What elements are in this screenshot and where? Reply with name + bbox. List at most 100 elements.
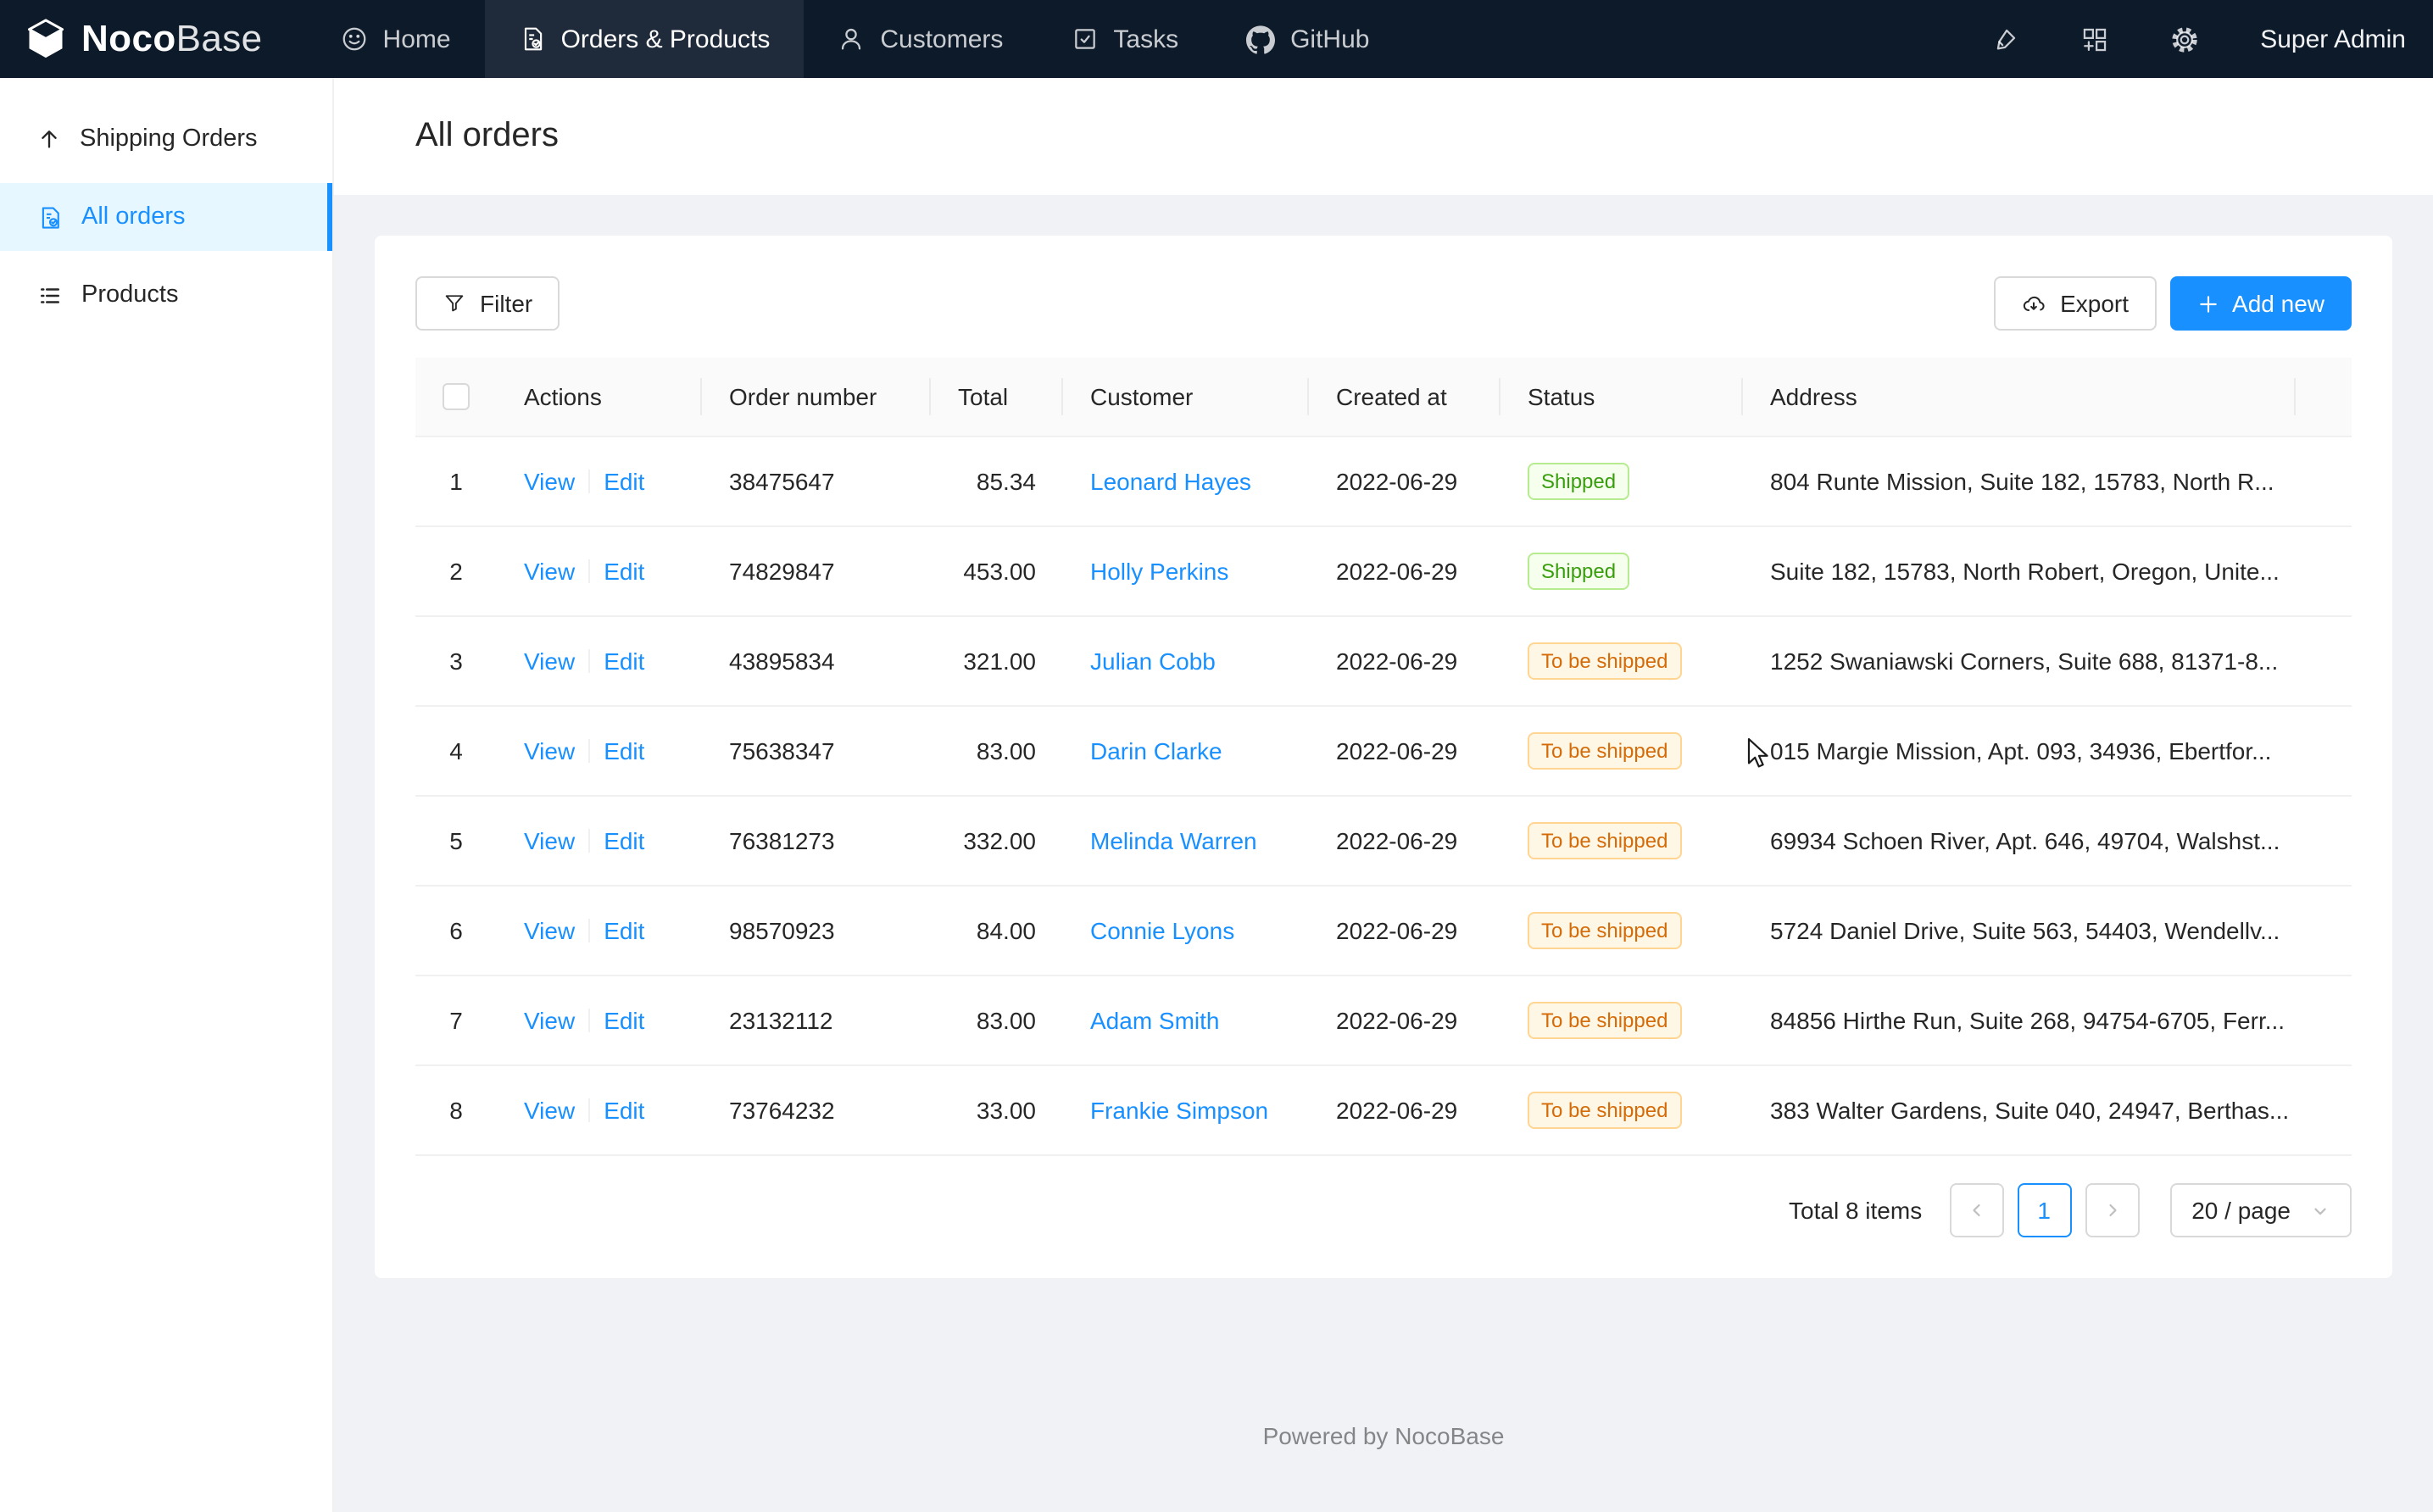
highlighter-icon[interactable]: [1990, 25, 2019, 53]
user-menu[interactable]: Super Admin: [2260, 25, 2406, 53]
customer-link[interactable]: Holly Perkins: [1090, 558, 1228, 585]
view-link[interactable]: View: [524, 1097, 575, 1124]
customer-link[interactable]: Connie Lyons: [1090, 917, 1234, 944]
select-all-checkbox[interactable]: [443, 383, 470, 410]
list-icon: [37, 282, 63, 308]
column-header-address: Address: [1743, 358, 2296, 436]
filter-button[interactable]: Filter: [415, 276, 560, 331]
filler-cell: [2296, 796, 2352, 886]
created-at-cell: 2022-06-29: [1309, 436, 1500, 526]
edit-link[interactable]: Edit: [604, 737, 644, 764]
customer-link[interactable]: Adam Smith: [1090, 1007, 1220, 1034]
export-button[interactable]: Export: [1994, 276, 2156, 331]
status-badge: To be shipped: [1528, 1092, 1681, 1129]
pagination-next-button[interactable]: [2085, 1183, 2139, 1237]
tab-github[interactable]: GitHub: [1212, 0, 1403, 78]
nocobase-app: NocoBase Home: [0, 0, 2433, 1512]
row-index: 5: [449, 827, 463, 854]
check-square-icon: [1071, 25, 1098, 53]
tab-orders-products[interactable]: Orders & Products: [485, 0, 805, 78]
filler-cell: [2296, 886, 2352, 976]
table-row: 5ViewEdit76381273332.00Melinda Warren202…: [415, 796, 2352, 886]
customer-link[interactable]: Frankie Simpson: [1090, 1097, 1268, 1124]
tab-customers[interactable]: Customers: [804, 0, 1037, 78]
plugin-blocks-icon[interactable]: [2080, 25, 2109, 53]
total-cell: 33.00: [931, 1065, 1063, 1155]
row-actions-cell: View Edit: [497, 886, 702, 976]
status-badge: To be shipped: [1528, 822, 1681, 859]
tab-label: Home: [383, 25, 451, 53]
status-cell: To be shipped: [1500, 616, 1743, 706]
file-check-icon: [37, 204, 63, 230]
row-actions-cell: View Edit: [497, 706, 702, 796]
customer-cell: Connie Lyons: [1063, 886, 1309, 976]
sidebar-item-label: Products: [81, 281, 178, 309]
view-link[interactable]: View: [524, 917, 575, 944]
file-check-icon: [519, 25, 546, 53]
pagination: Total 8 items 1: [415, 1183, 2352, 1237]
column-header-created-at: Created at: [1309, 358, 1500, 436]
customer-link[interactable]: Darin Clarke: [1090, 737, 1222, 764]
filler-cell: [2296, 976, 2352, 1065]
address-cell: 5724 Daniel Drive, Suite 563, 54403, Wen…: [1743, 886, 2296, 976]
total-cell: 453.00: [931, 526, 1063, 616]
action-divider: [588, 649, 590, 673]
nocobase-logo[interactable]: NocoBase: [0, 0, 307, 78]
orders-table: Actions Order number Total Customer Crea…: [415, 358, 2352, 1156]
row-actions-cell: View Edit: [497, 796, 702, 886]
tab-label: Orders & Products: [561, 25, 771, 53]
cloud-download-icon: [2021, 291, 2046, 316]
status-badge: To be shipped: [1528, 1002, 1681, 1039]
edit-link[interactable]: Edit: [604, 468, 644, 495]
view-link[interactable]: View: [524, 1007, 575, 1034]
customer-link[interactable]: Leonard Hayes: [1090, 468, 1251, 495]
sidebar-item-products[interactable]: Products: [0, 261, 332, 329]
pagination-prev-button[interactable]: [1949, 1183, 2003, 1237]
view-link[interactable]: View: [524, 737, 575, 764]
edit-link[interactable]: Edit: [604, 648, 644, 675]
action-divider: [588, 470, 590, 493]
order-number-cell: 43895834: [702, 616, 931, 706]
edit-link[interactable]: Edit: [604, 917, 644, 944]
edit-link[interactable]: Edit: [604, 827, 644, 854]
row-index: 3: [449, 648, 463, 675]
tab-tasks[interactable]: Tasks: [1037, 0, 1212, 78]
view-link[interactable]: View: [524, 827, 575, 854]
customer-cell: Adam Smith: [1063, 976, 1309, 1065]
created-at-cell: 2022-06-29: [1309, 976, 1500, 1065]
edit-link[interactable]: Edit: [604, 1097, 644, 1124]
view-link[interactable]: View: [524, 468, 575, 495]
row-index-cell: 3: [415, 616, 497, 706]
sidebar-item-all-orders[interactable]: All orders: [0, 183, 332, 251]
order-number-cell: 73764232: [702, 1065, 931, 1155]
row-actions-cell: View Edit: [497, 436, 702, 526]
sidebar-item-shipping-orders[interactable]: Shipping Orders: [0, 105, 332, 173]
created-at-cell: 2022-06-29: [1309, 616, 1500, 706]
edit-link[interactable]: Edit: [604, 558, 644, 585]
settings-gear-icon[interactable]: [2170, 25, 2199, 53]
page-size-select[interactable]: 20 / page: [2169, 1183, 2352, 1237]
row-index-cell: 6: [415, 886, 497, 976]
export-button-label: Export: [2060, 290, 2129, 317]
customer-link[interactable]: Julian Cobb: [1090, 648, 1216, 675]
filler-cell: [2296, 436, 2352, 526]
pagination-total: Total 8 items: [1789, 1197, 1922, 1224]
logo-cube-icon: [24, 17, 68, 61]
add-new-button[interactable]: Add new: [2169, 276, 2352, 331]
edit-link[interactable]: Edit: [604, 1007, 644, 1034]
view-link[interactable]: View: [524, 648, 575, 675]
sidebar-item-label: Shipping Orders: [80, 125, 258, 153]
sidebar: Shipping Orders All orders: [0, 78, 334, 1512]
chevron-right-icon: [2102, 1200, 2122, 1220]
customer-cell: Holly Perkins: [1063, 526, 1309, 616]
row-index-cell: 4: [415, 706, 497, 796]
tab-label: Tasks: [1113, 25, 1178, 53]
view-link[interactable]: View: [524, 558, 575, 585]
tab-home[interactable]: Home: [307, 0, 485, 78]
pagination-page-1[interactable]: 1: [2017, 1183, 2071, 1237]
total-cell: 332.00: [931, 796, 1063, 886]
order-number-cell: 76381273: [702, 796, 931, 886]
customer-link[interactable]: Melinda Warren: [1090, 827, 1257, 854]
main-menu: Home Orders & Products: [307, 0, 1404, 78]
chevron-down-icon: [2311, 1201, 2330, 1220]
